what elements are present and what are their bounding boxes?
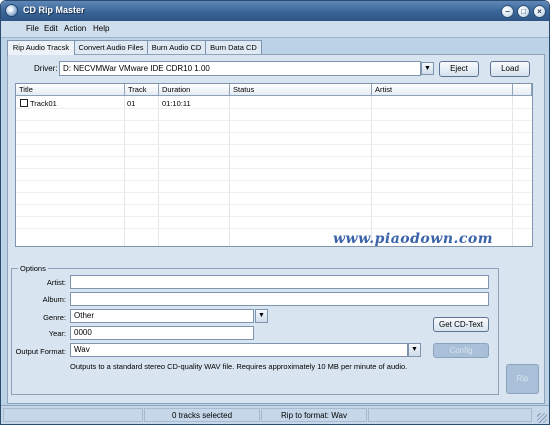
column-header-title[interactable]: Title (16, 84, 125, 96)
year-field[interactable]: 0000 (70, 326, 254, 340)
grid-line (512, 96, 513, 246)
grid-line (16, 192, 532, 193)
driver-dropdown-button[interactable]: ▼ (421, 62, 434, 75)
column-header-filler (513, 84, 532, 96)
resize-grip-icon[interactable] (537, 413, 547, 423)
genre-dropdown-button[interactable]: ▼ (255, 309, 268, 323)
rip-button[interactable]: Rip (506, 364, 539, 394)
options-legend: Options (18, 264, 48, 273)
menu-action[interactable]: Action (64, 24, 86, 33)
grid-line (158, 96, 159, 246)
grid-line (16, 180, 532, 181)
column-header-track[interactable]: Track (125, 84, 159, 96)
load-button[interactable]: Load (490, 61, 530, 77)
menu-help[interactable]: Help (93, 24, 109, 33)
album-label: Album: (42, 295, 66, 304)
track-checkbox[interactable] (20, 99, 28, 107)
artist-label: Artist: (46, 278, 66, 287)
chevron-down-icon: ▼ (258, 312, 265, 319)
album-field[interactable] (70, 292, 489, 306)
status-segment-empty (3, 408, 143, 422)
grid-line (16, 204, 532, 205)
genre-label: Genre: (43, 313, 66, 322)
track-duration-cell: 01:10:11 (162, 99, 191, 108)
minimize-button[interactable]: – (501, 5, 514, 18)
menu-file[interactable]: File (26, 24, 39, 33)
config-button[interactable]: Config (433, 343, 489, 358)
close-button[interactable]: × (533, 5, 546, 18)
grid-line (16, 228, 532, 229)
chevron-down-icon: ▼ (424, 65, 431, 72)
tab-convert-audio-files[interactable]: Convert Audio Files (74, 40, 148, 54)
tab-rip-audio-tracks[interactable]: Rip Audio Tracsk (7, 40, 75, 55)
output-format-dropdown-button[interactable]: ▼ (408, 343, 421, 357)
watermark-text: www.piaodown.com (333, 231, 494, 247)
window-title: CD Rip Master (23, 5, 85, 15)
grid-line (16, 216, 532, 217)
format-description: Outputs to a standard stereo CD-quality … (70, 362, 408, 371)
cd-disc-icon (5, 4, 18, 17)
app-window: CD Rip Master – □ × File Edit Action Hel… (0, 0, 550, 425)
title-bar[interactable]: CD Rip Master – □ × (1, 1, 549, 21)
grid-line (229, 96, 230, 246)
track-title-cell: Track01 (30, 99, 57, 108)
artist-field[interactable] (70, 275, 489, 289)
output-format-label: Output Format: (15, 347, 66, 356)
driver-select[interactable]: D: NECVMWar VMware IDE CDR10 1.00 (59, 61, 421, 76)
track-list[interactable]: Title Track Duration Status Artist Track… (15, 83, 533, 247)
tab-burn-audio-cd[interactable]: Burn Audio CD (147, 40, 206, 54)
status-tracks-selected: 0 tracks selected (144, 408, 260, 422)
output-format-select[interactable]: Wav (70, 343, 408, 357)
grid-line (16, 144, 532, 145)
status-rip-format: Rip to format: Wav (261, 408, 367, 422)
genre-select[interactable]: Other (70, 309, 254, 323)
status-segment-empty-2 (368, 408, 532, 422)
grid-line (16, 156, 532, 157)
grid-line (371, 96, 372, 246)
driver-label: Driver: (34, 64, 58, 73)
column-header-duration[interactable]: Duration (159, 84, 230, 96)
column-header-status[interactable]: Status (230, 84, 372, 96)
menu-edit[interactable]: Edit (44, 24, 58, 33)
track-number-cell: 01 (127, 99, 136, 108)
grid-line (16, 132, 532, 133)
column-header-artist[interactable]: Artist (372, 84, 513, 96)
menu-bar: File Edit Action Help (1, 21, 549, 38)
tab-burn-data-cd[interactable]: Burn Data CD (205, 40, 262, 54)
grid-line (16, 120, 532, 121)
grid-line (16, 108, 532, 109)
get-cd-text-button[interactable]: Get CD-Text (433, 317, 489, 332)
grid-line (124, 96, 125, 246)
status-bar: 0 tracks selected Rip to format: Wav (1, 405, 549, 424)
chevron-down-icon: ▼ (411, 346, 418, 353)
year-label: Year: (48, 329, 66, 338)
maximize-button[interactable]: □ (517, 5, 530, 18)
grid-line (16, 168, 532, 169)
eject-button[interactable]: Eject (439, 61, 479, 77)
